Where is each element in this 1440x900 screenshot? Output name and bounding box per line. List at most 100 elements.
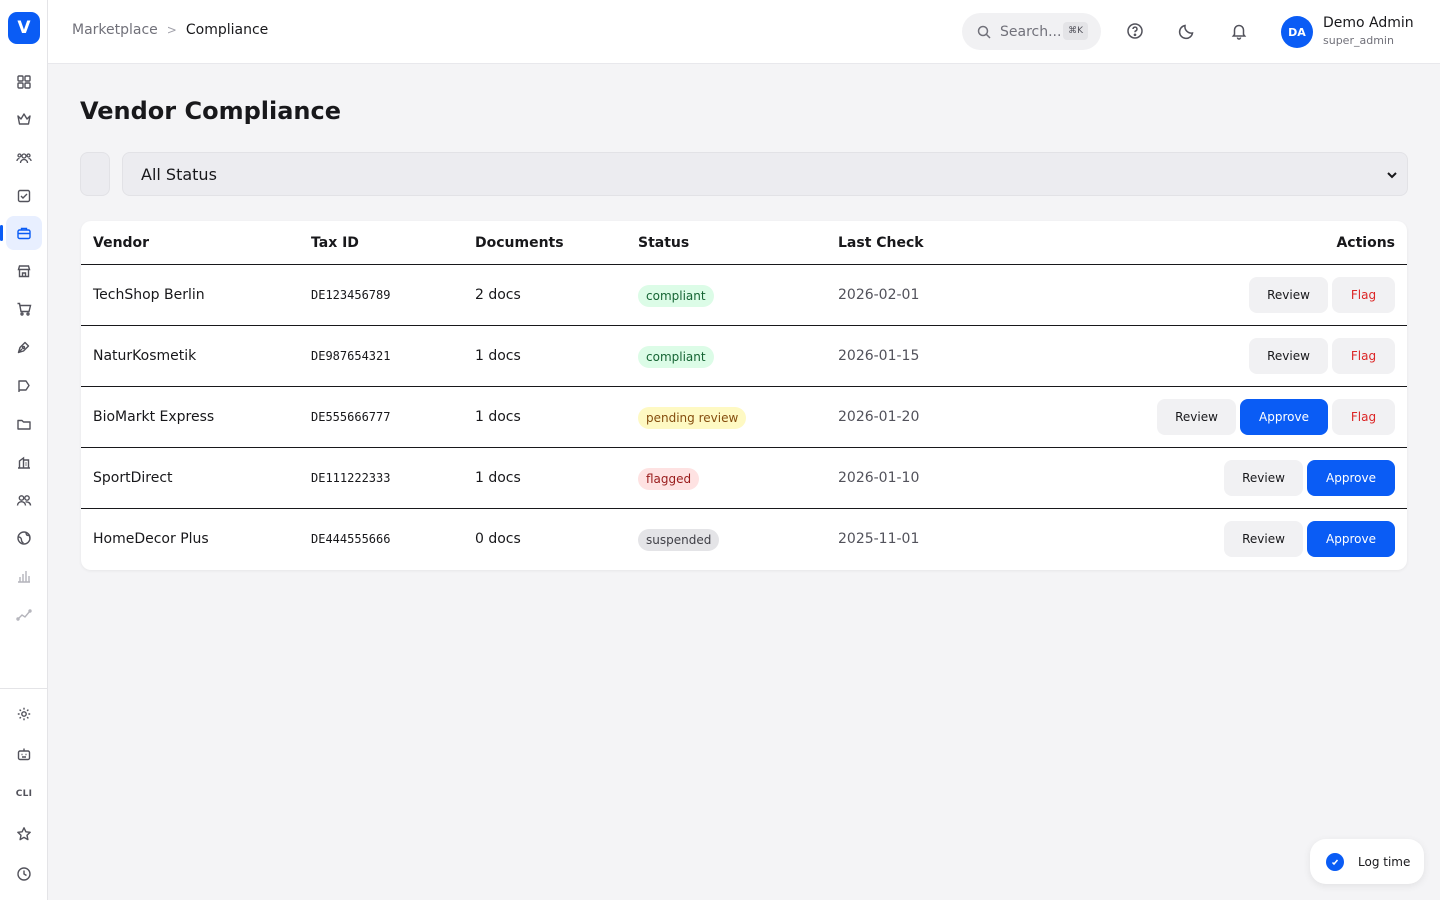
status-badge: compliant	[638, 285, 714, 307]
chevron-down-icon	[1387, 172, 1397, 179]
status-badge: suspended	[638, 529, 720, 551]
tax-id: DE111222333	[311, 471, 391, 485]
review-button[interactable]: Review	[1224, 460, 1303, 496]
status-badge: flagged	[638, 468, 700, 490]
column-header-last-check: Last Check	[838, 235, 924, 251]
user-role: super_admin	[1323, 34, 1394, 47]
review-button[interactable]: Review	[1224, 521, 1303, 557]
flag-route-icon[interactable]	[6, 369, 42, 403]
tax-id: DE123456789	[311, 288, 391, 302]
column-header-actions: Actions	[1336, 235, 1395, 251]
robot-icon[interactable]	[6, 737, 42, 771]
table-header: Vendor Tax ID Documents Status Last Chec…	[81, 221, 1407, 265]
bar-chart-icon[interactable]	[6, 559, 42, 593]
search-icon	[977, 25, 991, 39]
flag-button[interactable]: Flag	[1332, 338, 1395, 374]
top-header: Marketplace > Compliance Search... ⌘K DA…	[48, 0, 1440, 64]
building-chart-icon[interactable]	[6, 445, 42, 479]
last-check-date: 2026-01-20	[838, 409, 920, 425]
breadcrumb-parent[interactable]: Marketplace	[72, 22, 158, 38]
breadcrumb: Marketplace > Compliance	[72, 22, 268, 38]
review-button[interactable]: Review	[1249, 338, 1328, 374]
people-icon[interactable]	[6, 483, 42, 517]
store-icon[interactable]	[6, 254, 42, 288]
checkbox-icon[interactable]	[6, 179, 42, 213]
search-placeholder: Search...	[1000, 23, 1062, 40]
page-title: Vendor Compliance	[80, 97, 342, 125]
approve-button[interactable]: Approve	[1307, 460, 1395, 496]
app-logo[interactable]: V	[8, 12, 40, 44]
approve-button[interactable]: Approve	[1240, 399, 1328, 435]
column-header-tax-id: Tax ID	[311, 235, 359, 251]
document-count: 2 docs	[475, 287, 521, 303]
row-actions: Review Approve Flag	[1157, 399, 1395, 435]
tax-id: DE555666777	[311, 410, 391, 424]
review-button[interactable]: Review	[1157, 399, 1236, 435]
folder-icon[interactable]	[6, 407, 42, 441]
dashboard-grid-icon[interactable]	[6, 65, 42, 99]
log-time-label: Log time	[1358, 854, 1411, 869]
globe-icon[interactable]	[6, 521, 42, 555]
cli-button[interactable]: CLI	[6, 777, 42, 811]
column-header-status: Status	[638, 235, 690, 251]
log-time-button[interactable]: Log time	[1310, 839, 1424, 884]
filter-toggle-button[interactable]	[80, 152, 110, 196]
settings-gear-icon[interactable]	[6, 697, 42, 731]
breadcrumb-chevron-icon: >	[166, 23, 177, 37]
approve-button[interactable]: Approve	[1307, 521, 1395, 557]
vendor-name[interactable]: NaturKosmetik	[93, 348, 196, 364]
cart-icon[interactable]	[6, 292, 42, 326]
tax-id: DE444555666	[311, 532, 391, 546]
sidebar-divider	[0, 688, 47, 689]
crown-icon[interactable]	[6, 102, 42, 136]
column-header-vendor: Vendor	[93, 235, 150, 251]
flag-button[interactable]: Flag	[1332, 277, 1395, 313]
last-check-date: 2026-02-01	[838, 287, 920, 303]
users-group-icon[interactable]	[6, 141, 42, 175]
user-name[interactable]: Demo Admin	[1323, 15, 1414, 31]
table-row: NaturKosmetik DE987654321 1 docs complia…	[81, 326, 1407, 387]
pen-nib-icon[interactable]	[6, 330, 42, 364]
column-header-documents: Documents	[475, 235, 564, 251]
document-count: 1 docs	[475, 348, 521, 364]
row-actions: Review Flag	[1249, 338, 1395, 374]
status-badge: compliant	[638, 346, 714, 368]
vendor-name[interactable]: TechShop Berlin	[93, 287, 205, 303]
row-actions: Review Flag	[1249, 277, 1395, 313]
notifications-bell-icon[interactable]	[1228, 20, 1250, 42]
flag-button[interactable]: Flag	[1332, 399, 1395, 435]
vendor-name[interactable]: SportDirect	[93, 470, 173, 486]
table-row: BioMarkt Express DE555666777 1 docs pend…	[81, 387, 1407, 448]
table-row: HomeDecor Plus DE444555666 0 docs suspen…	[81, 509, 1407, 570]
status-badge: pending review	[638, 407, 747, 429]
search-shortcut-badge: ⌘K	[1063, 22, 1088, 40]
status-filter-select[interactable]: All Status	[122, 152, 1408, 196]
breadcrumb-current: Compliance	[185, 22, 269, 38]
review-button[interactable]: Review	[1249, 277, 1328, 313]
clock-icon[interactable]	[6, 857, 42, 891]
timer-check-icon	[1326, 852, 1344, 871]
dark-mode-moon-icon[interactable]	[1176, 20, 1198, 42]
row-actions: Review Approve	[1224, 460, 1395, 496]
search-input[interactable]: Search... ⌘K	[962, 13, 1101, 50]
document-count: 0 docs	[475, 531, 521, 547]
star-icon[interactable]	[6, 817, 42, 851]
cli-label: CLI	[15, 789, 33, 799]
vendor-name[interactable]: HomeDecor Plus	[93, 531, 209, 547]
table-row: SportDirect DE111222333 1 docs flagged 2…	[81, 448, 1407, 509]
help-icon[interactable]	[1124, 20, 1146, 42]
document-count: 1 docs	[475, 470, 521, 486]
vendor-name[interactable]: BioMarkt Express	[93, 409, 214, 425]
tax-id: DE987654321	[311, 349, 391, 363]
last-check-date: 2025-11-01	[838, 531, 920, 547]
vendor-compliance-table: Vendor Tax ID Documents Status Last Chec…	[81, 221, 1407, 570]
last-check-date: 2026-01-15	[838, 348, 920, 364]
status-filter-value: All Status	[141, 164, 217, 184]
sidebar: V CLI	[0, 0, 48, 900]
user-avatar[interactable]: DA	[1281, 16, 1313, 48]
briefcase-icon[interactable]	[0, 216, 42, 250]
document-count: 1 docs	[475, 409, 521, 425]
table-row: TechShop Berlin DE123456789 2 docs compl…	[81, 265, 1407, 326]
row-actions: Review Approve	[1224, 521, 1395, 557]
trend-line-icon[interactable]	[6, 597, 42, 631]
